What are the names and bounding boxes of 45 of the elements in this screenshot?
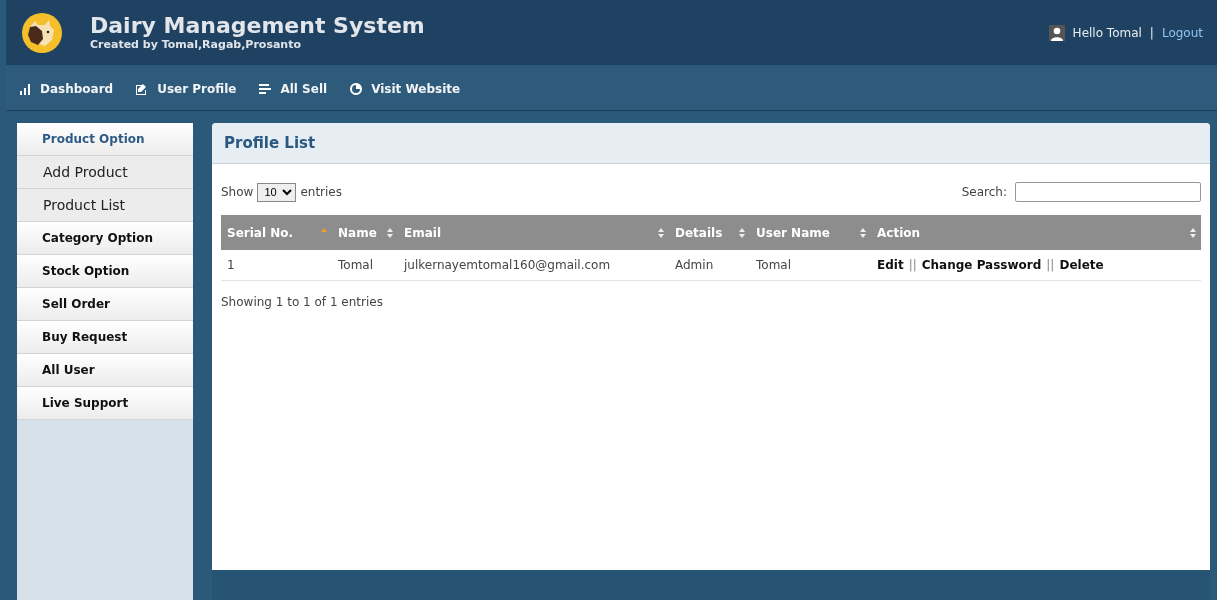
sidebar-section[interactable]: Stock Option bbox=[17, 255, 193, 288]
sort-icon[interactable] bbox=[859, 226, 867, 239]
sidebar-section[interactable]: Buy Request bbox=[17, 321, 193, 354]
cow-logo bbox=[22, 12, 62, 53]
app-title: Dairy Management System bbox=[90, 14, 426, 38]
action-link[interactable]: Delete bbox=[1059, 258, 1104, 272]
nav-link[interactable]: Dashboard bbox=[18, 82, 114, 96]
search-label: Search: bbox=[961, 185, 1007, 199]
list-icon bbox=[258, 82, 273, 96]
sort-icon[interactable] bbox=[386, 226, 394, 239]
table-cell: Admin bbox=[669, 250, 750, 281]
sort-icon[interactable] bbox=[657, 226, 665, 239]
bar-chart-icon bbox=[18, 82, 32, 96]
panel-title: Profile List bbox=[224, 134, 316, 152]
page-size-select[interactable]: 10 bbox=[257, 182, 297, 202]
divider-text: | bbox=[1149, 25, 1154, 40]
link-separator: || bbox=[908, 258, 917, 272]
link-separator: || bbox=[1046, 258, 1055, 272]
globe-icon bbox=[349, 82, 364, 96]
entries-label: entries bbox=[300, 185, 342, 199]
table-cell: julkernayemtomal160@gmail.com bbox=[398, 250, 669, 281]
sidebar-section[interactable]: All User bbox=[17, 354, 193, 387]
search-field[interactable] bbox=[1015, 182, 1201, 202]
logout-link[interactable]: Logout bbox=[1161, 25, 1203, 40]
nav-link[interactable]: All Sell bbox=[258, 82, 328, 96]
sidebar-section[interactable]: Category Option bbox=[17, 222, 193, 255]
table-cell: 1 bbox=[221, 250, 332, 281]
sidebar-section[interactable]: Live Support bbox=[17, 387, 193, 420]
table-cell: Tomal bbox=[332, 250, 398, 281]
sidebar-section[interactable]: Product Option bbox=[17, 123, 193, 156]
greeting-text: Hello Tomal bbox=[1072, 25, 1142, 40]
sidebar-item[interactable]: Product List bbox=[17, 189, 193, 222]
nav-link[interactable]: Visit Website bbox=[349, 82, 461, 96]
sidebar-section[interactable]: Sell Order bbox=[17, 288, 193, 321]
app-subtitle: Created by Tomal,Ragab,Prosanto bbox=[90, 38, 302, 51]
action-link[interactable]: Edit bbox=[877, 258, 904, 272]
table-cell: Tomal bbox=[750, 250, 871, 281]
action-link[interactable]: Change Password bbox=[921, 258, 1042, 272]
user-avatar-icon bbox=[1048, 24, 1065, 41]
nav-link[interactable]: User Profile bbox=[135, 82, 237, 96]
sidebar-item[interactable]: Add Product bbox=[17, 156, 193, 189]
sort-icon[interactable] bbox=[1189, 226, 1197, 239]
show-label: Show bbox=[221, 185, 254, 199]
entries-info: Showing 1 to 1 of 1 entries bbox=[221, 295, 384, 309]
sort-icon[interactable] bbox=[738, 226, 746, 239]
